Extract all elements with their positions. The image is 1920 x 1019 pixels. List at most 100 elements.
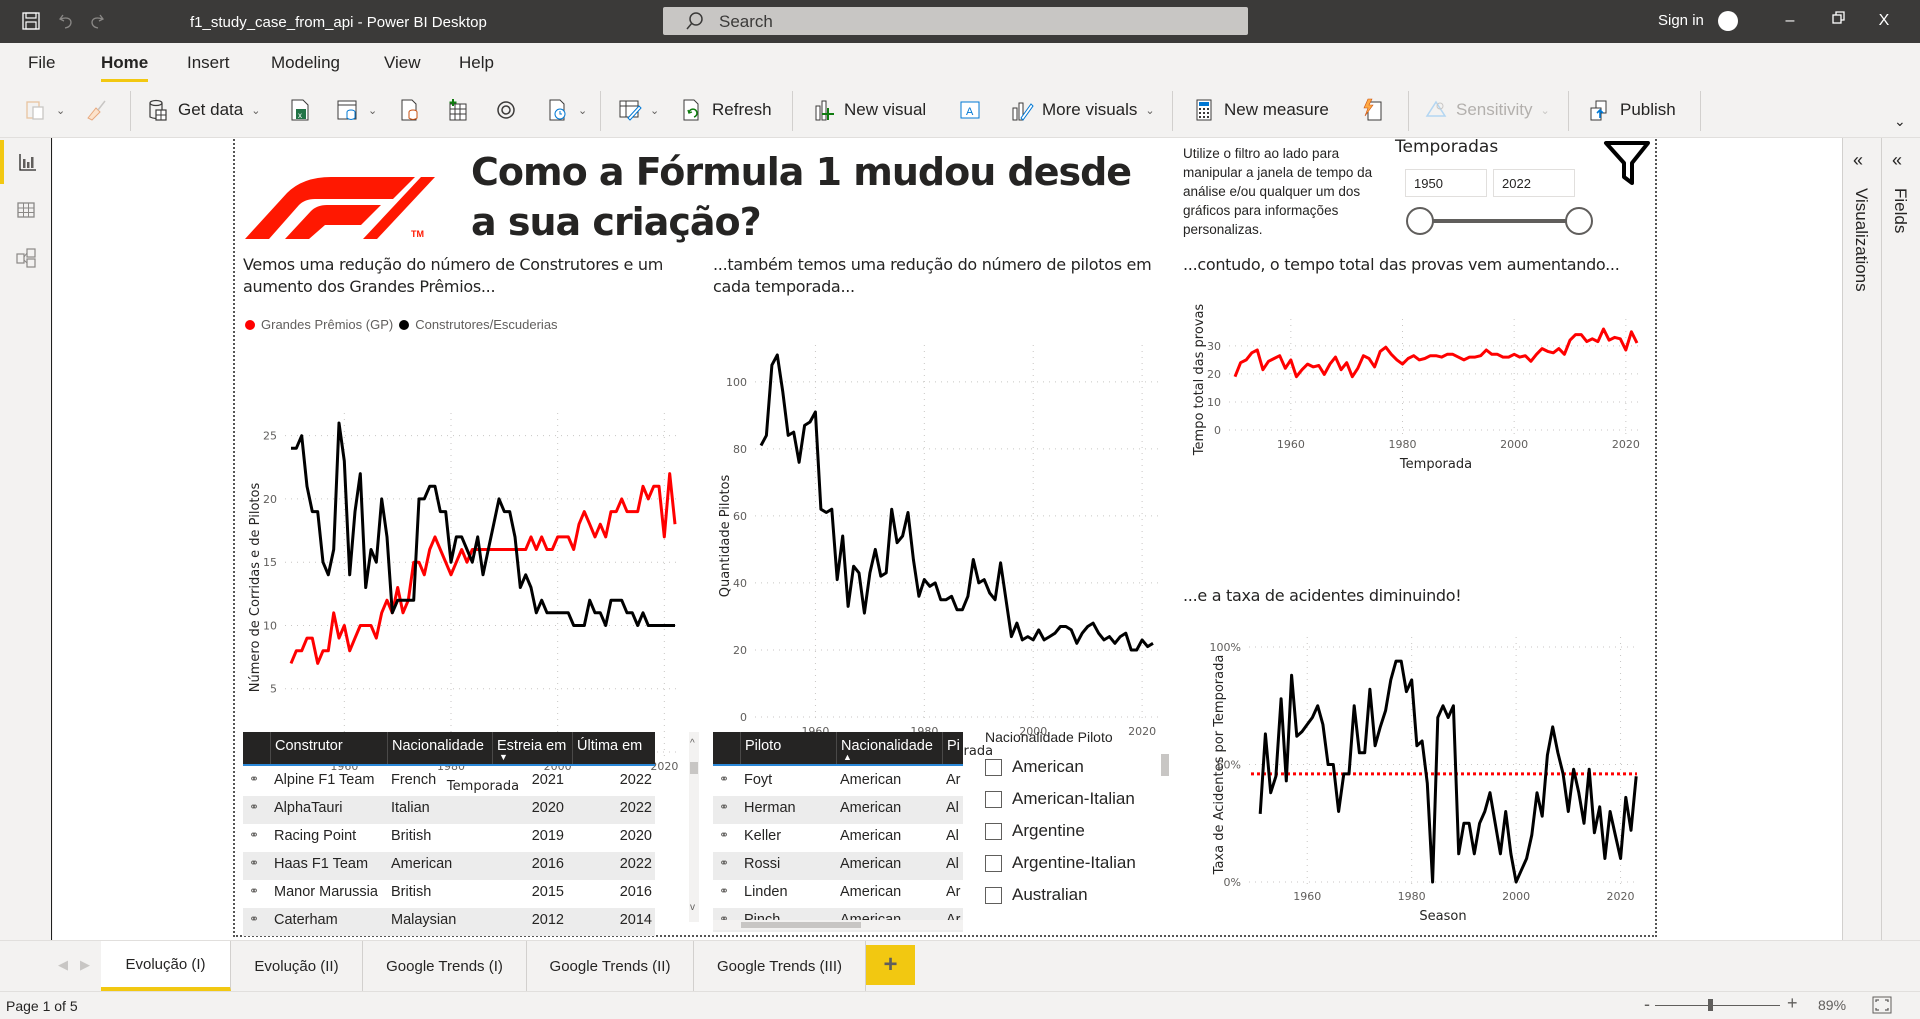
nationality-option[interactable]: Austrian: [985, 911, 1175, 916]
fit-to-page-icon[interactable]: [1872, 996, 1892, 1014]
table-row[interactable]: ⚭ Foyt American Ar: [713, 768, 963, 796]
filter-icon[interactable]: [1603, 139, 1651, 189]
checkbox[interactable]: [985, 822, 1002, 840]
link-icon[interactable]: ⚭: [249, 884, 259, 898]
zoom-slider[interactable]: [1655, 1005, 1780, 1006]
chart-accident-rate[interactable]: 0%50%100%1960 1980 2000 2020SeasonTaxa de A…: [1175, 609, 1659, 929]
dataflows-button[interactable]: [494, 95, 518, 125]
col-construtor[interactable]: Construtor: [270, 732, 387, 764]
table-row[interactable]: ⚭ Haas F1 Team American 2016 2022: [243, 852, 655, 880]
series-line-taxa-de-acidentes[interactable]: [1258, 659, 1638, 884]
sign-in-link[interactable]: Sign in: [1658, 12, 1704, 29]
expand-visualizations-icon[interactable]: «: [1853, 150, 1863, 171]
collapse-ribbon-icon[interactable]: ⌄: [1894, 113, 1906, 130]
expand-fields-icon[interactable]: «: [1892, 150, 1902, 171]
search-box[interactable]: Search: [663, 7, 1248, 35]
checkbox[interactable]: [985, 854, 1002, 872]
undo-icon[interactable]: [56, 10, 78, 32]
link-icon[interactable]: ⚭: [719, 828, 729, 842]
col-ultima[interactable]: Última em: [572, 732, 655, 764]
table-row[interactable]: ⚭ Racing Point British 2019 2020: [243, 824, 655, 852]
legend-label-constructors[interactable]: Construtores/Escuderias: [415, 317, 557, 332]
link-icon[interactable]: ⚭: [719, 884, 729, 898]
new-measure-button[interactable]: New measure: [1192, 95, 1329, 125]
menu-view[interactable]: View: [384, 53, 421, 73]
get-data-button[interactable]: Get data ⌄: [146, 95, 260, 125]
link-icon[interactable]: ⚭: [249, 912, 259, 926]
season-range-slider[interactable]: [1420, 219, 1580, 223]
excel-button[interactable]: x: [288, 95, 312, 125]
redo-icon[interactable]: [85, 10, 107, 32]
data-view-button[interactable]: [0, 188, 52, 232]
menu-help[interactable]: Help: [459, 53, 494, 73]
publish-button[interactable]: Publish: [1588, 95, 1676, 125]
table-row[interactable]: ⚭ AlphaTauri Italian 2020 2022: [243, 796, 655, 824]
table-row[interactable]: ⚭ Herman American Al: [713, 796, 963, 824]
checkbox[interactable]: [985, 790, 1002, 808]
refresh-button[interactable]: Refresh: [680, 95, 772, 125]
zoom-out-button[interactable]: -: [1644, 994, 1650, 1015]
col-piloto[interactable]: Piloto: [740, 732, 836, 764]
sensitivity-button[interactable]: Sensitivity ⌄: [1424, 95, 1550, 125]
new-visual-button[interactable]: New visual: [812, 95, 926, 125]
season-end-input[interactable]: 2022: [1493, 169, 1575, 197]
menu-file[interactable]: File: [28, 53, 55, 73]
col-estreia[interactable]: Estreia em ▼: [492, 732, 572, 764]
quick-measure-button[interactable]: [1360, 95, 1384, 125]
recent-sources-button[interactable]: ⌄: [546, 95, 587, 125]
prev-page-icon[interactable]: ◀: [58, 957, 68, 973]
checkbox[interactable]: [985, 886, 1002, 904]
checkbox[interactable]: [985, 758, 1002, 776]
add-page-button[interactable]: +: [866, 945, 915, 985]
model-view-button[interactable]: [0, 236, 52, 280]
nationality-option[interactable]: Australian: [985, 879, 1175, 911]
chart-race-time[interactable]: 0 10 20 30 1960 1980 2000 2020 Temporada Tempo to…: [1175, 279, 1659, 569]
restore-button[interactable]: [1818, 8, 1858, 34]
sql-server-button[interactable]: [398, 95, 422, 125]
link-icon[interactable]: ⚭: [249, 828, 259, 842]
hscroll-thumb[interactable]: [741, 922, 861, 928]
page-tab-evolucao-2[interactable]: Evolução (II): [231, 941, 363, 991]
table-row[interactable]: ⚭ Rossi American Al: [713, 852, 963, 880]
table-row[interactable]: ⚭ Caterham Malaysian 2012 2014: [243, 908, 655, 936]
paste-button[interactable]: ⌄: [24, 95, 65, 125]
constructors-scrollbar[interactable]: ^ v: [689, 732, 699, 922]
format-painter-button[interactable]: [84, 95, 108, 125]
drivers-hscrollbar[interactable]: [713, 920, 963, 930]
nationality-option[interactable]: American: [985, 751, 1175, 783]
minimize-button[interactable]: –: [1770, 8, 1810, 34]
link-icon[interactable]: ⚭: [719, 856, 729, 870]
series-line-quantidade-pilotos[interactable]: [759, 353, 1154, 652]
link-icon[interactable]: ⚭: [719, 800, 729, 814]
enter-data-button[interactable]: [446, 95, 470, 125]
nationality-option[interactable]: American-Italian: [985, 783, 1175, 815]
link-icon[interactable]: ⚭: [249, 772, 259, 786]
menu-insert[interactable]: Insert: [187, 53, 230, 73]
col-nacionalidade[interactable]: Nacionalidade: [387, 732, 492, 764]
nationality-option[interactable]: Argentine-Italian: [985, 847, 1175, 879]
scroll-thumb[interactable]: [690, 762, 698, 774]
dataverse-button[interactable]: ⌄: [336, 95, 377, 125]
page-tab-google-trends-1[interactable]: Google Trends (I): [363, 941, 527, 991]
nationality-scrollbar[interactable]: [1161, 754, 1169, 776]
next-page-icon[interactable]: ▶: [80, 957, 90, 973]
col-nacionalidade[interactable]: Nacionalidade ▲: [836, 732, 942, 764]
report-view-button[interactable]: [0, 140, 52, 184]
menu-home[interactable]: Home: [101, 53, 149, 82]
zoom-slider-thumb[interactable]: [1708, 999, 1713, 1011]
table-row[interactable]: ⚭ Manor Marussia British 2015 2016: [243, 880, 655, 908]
legend-label-gp[interactable]: Grandes Prêmios (GP): [261, 317, 393, 332]
link-icon[interactable]: ⚭: [719, 772, 729, 786]
table-row[interactable]: ⚭ Keller American Al: [713, 824, 963, 852]
col-piloto-extra[interactable]: Pi: [942, 732, 963, 764]
slider-start-handle[interactable]: [1406, 207, 1434, 235]
series-line-construtores-escuderias[interactable]: [291, 421, 675, 627]
avatar[interactable]: [1718, 11, 1738, 31]
menu-modeling[interactable]: Modeling: [271, 53, 340, 73]
transform-data-button[interactable]: ⌄: [618, 95, 659, 125]
table-row[interactable]: ⚭ Alpine F1 Team French 2021 2022: [243, 768, 655, 796]
series-line-tempo-total-das-provas[interactable]: [1233, 327, 1639, 379]
page-tab-evolucao-1[interactable]: Evolução (I): [101, 941, 231, 991]
scroll-down-icon[interactable]: v: [690, 902, 695, 913]
close-button[interactable]: X: [1864, 8, 1904, 34]
